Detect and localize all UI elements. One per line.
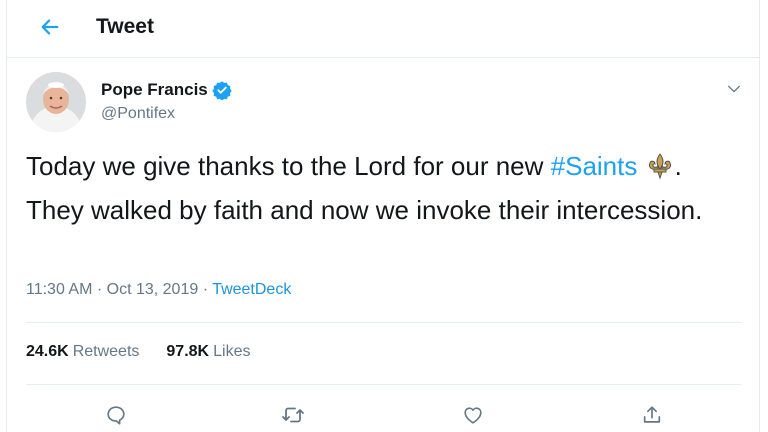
source-link[interactable]: TweetDeck: [212, 281, 291, 298]
like-button[interactable]: [458, 400, 488, 430]
retweet-icon: [282, 407, 304, 423]
author-handle[interactable]: @Pontifex: [101, 105, 175, 123]
like-icon: [464, 407, 482, 424]
retweets-stat[interactable]: 24.6K Retweets: [26, 343, 139, 361]
more-options-button[interactable]: [723, 78, 745, 100]
timestamp[interactable]: 11:30 AM · Oct 13, 2019 ·: [26, 281, 212, 298]
likes-stat[interactable]: 97.8K Likes: [166, 343, 250, 361]
back-button[interactable]: [33, 12, 67, 42]
tweet-meta: 11:30 AM · Oct 13, 2019 · TweetDeck: [26, 281, 291, 299]
likes-count: 97.8K: [166, 343, 210, 360]
retweets-label: Retweets: [72, 343, 140, 360]
tweet-text-part-1: Today we give thanks to the Lord for our…: [26, 151, 551, 181]
reply-button[interactable]: [101, 400, 131, 430]
chevron-down-icon: [728, 85, 740, 93]
reply-icon: [107, 406, 125, 425]
verified-badge-icon: [212, 81, 232, 100]
divider: [26, 384, 741, 385]
retweets-count: 24.6K: [26, 343, 69, 360]
tweet-stats: 24.6K Retweets 97.8K Likes: [26, 343, 250, 361]
share-button[interactable]: [637, 400, 667, 430]
likes-label: Likes: [213, 343, 251, 360]
hashtag-link[interactable]: #Saints: [551, 151, 638, 181]
tweet-text: Today we give thanks to the Lord for our…: [26, 147, 726, 229]
avatar-image: [26, 72, 86, 132]
retweet-button[interactable]: [278, 400, 308, 430]
top-bar: Tweet: [7, 0, 759, 58]
page-title: Tweet: [96, 15, 154, 38]
divider: [26, 322, 741, 323]
author-display-name: Pope Francis: [101, 80, 208, 99]
author-name[interactable]: Pope Francis: [101, 80, 232, 100]
tweet-page: Tweet Pope Francis @Pontifex Today we gi…: [6, 0, 760, 432]
share-icon: [643, 406, 661, 423]
action-bar: [7, 400, 759, 430]
arrow-left-icon: [41, 19, 59, 35]
avatar[interactable]: [26, 72, 86, 132]
fleur-de-lis-emoji-icon: [645, 151, 675, 191]
